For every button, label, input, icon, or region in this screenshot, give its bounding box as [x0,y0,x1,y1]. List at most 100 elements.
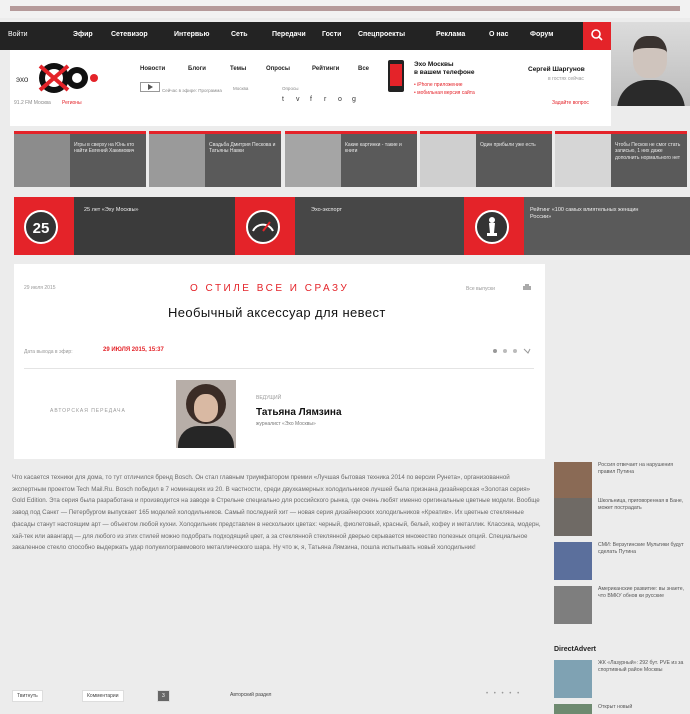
host-photo[interactable] [176,380,236,448]
anniversary-badge: 25 [24,210,58,244]
menu-item-interviews[interactable]: Интервью [174,31,209,38]
top-strip-line [10,6,680,11]
logo-caption: 91.2 FM Москва [14,100,51,106]
host-name[interactable]: Татьяна Лямзина [256,407,342,418]
guest-subtitle: в гостях сейчас [548,76,584,82]
sidebar-thumb [554,704,592,714]
news-card[interactable]: Какие картинки - такие и книги [285,131,417,187]
google-icon[interactable]: g [352,96,356,103]
news-card-text: Чтобы Песков не смог стать записью, 1 ни… [615,142,681,161]
subnav-blogs[interactable]: Блоги [188,66,206,72]
play-icon[interactable] [140,82,160,92]
article-date: 29 июля 2015 [24,285,56,291]
odnoklassniki-icon[interactable]: o [338,96,342,103]
views-icon [493,348,531,354]
article-divider [24,368,534,369]
host-subtitle: журналист «Эхо Москвы» [256,421,316,427]
special-rating[interactable]: Рейтинг «100 самых влиятельных женщин Ро… [464,197,690,255]
subnav-ratings[interactable]: Рейтинги [312,66,339,72]
header-polls-link[interactable]: Опросы [282,86,298,91]
menu-item-advert[interactable]: Реклама [436,31,465,38]
host-face [194,394,218,422]
news-card[interactable]: Игры в сверху на Юнь кто найти Евгений Х… [14,131,146,187]
regions-link[interactable]: Регионы [62,100,82,106]
search-button[interactable] [583,22,611,50]
subnav-themes[interactable]: Темы [230,66,246,72]
host-role: ВЕДУЩИЙ [256,395,282,401]
guest-photo[interactable] [611,22,690,106]
sidebar-thumb [554,498,592,536]
special-export[interactable]: Эхо-экспорт [235,197,464,255]
rss-icon[interactable]: r [324,96,326,103]
sidebar-news-item[interactable]: Россия отвечает на нарушения правил Пути… [554,462,688,500]
special-label: 25 лет «Эху Москвы» [84,207,139,213]
top-strip [0,0,690,18]
sidebar-news-item[interactable]: Американские развитие: вы знаете, что ВМ… [554,586,688,624]
host-body [178,426,234,448]
news-card-thumb [285,134,341,187]
mobile-promo-title[interactable]: Эхо Москвы в вашем телефоне [414,61,474,77]
sidebar-news-item[interactable]: СМИ: Верзугинские Мультики будут сделать… [554,542,688,580]
iphone-app-link[interactable]: • iPhone приложение [414,82,463,88]
special-label: Эхо-экспорт [311,207,343,213]
share-pager[interactable]: • • • • • [486,691,521,697]
phone-icon [388,60,404,92]
news-card-text: Какие картинки - такие и книги [345,142,402,155]
sidebar-item-text: Открыт новый [598,704,633,710]
article-body: Что касается техники для дома, то тут от… [12,474,541,552]
air-date-value: 29 ИЮЛЯ 2015, 15:37 [103,347,164,353]
menu-item-set[interactable]: Сеть [231,31,248,38]
facebook-icon[interactable]: f [310,96,312,103]
comments-button[interactable]: Комментарии [82,690,124,702]
author-section-link[interactable]: Авторский раздел [226,690,275,702]
subnav-all[interactable]: Все [358,66,369,72]
login-link[interactable]: Войти [8,31,28,38]
menu-item-efir[interactable]: Эфир [73,31,93,38]
twitter-share-button[interactable]: Твитнуть [12,690,43,702]
menu-item-setevizor[interactable]: Сетевизор [111,31,148,38]
menu-item-about[interactable]: О нас [489,31,508,38]
menu-item-gosti[interactable]: Гости [322,31,341,38]
sidebar-news-item[interactable]: Школьница, приговоренная в Бане, может п… [554,498,688,536]
news-card[interactable]: Один прибыли уже есть [420,131,552,187]
sidebar-thumb [554,542,592,580]
mobile-site-link[interactable]: • мобильная версия сайта [414,90,475,96]
subnav-polls[interactable]: Опросы [266,66,290,72]
sidebar-item-text: Американские развитие: вы знаете, что ВМ… [598,586,685,599]
menu-item-forum[interactable]: Форум [530,31,553,38]
ask-question-link[interactable]: Задайте вопрос [552,100,589,106]
promo-title-line2: в вашем телефоне [414,69,475,76]
speedometer-icon [246,210,280,244]
share-count[interactable]: 3 [157,690,170,702]
subnav-news[interactable]: Новости [140,66,165,72]
air-date-label: Дата выхода в эфир: [24,349,73,355]
news-card[interactable]: Чтобы Песков не смог стать записью, 1 ни… [555,131,687,187]
sidebar-ad-item[interactable]: Открыт новый [554,704,688,714]
news-card-text: Игры в сверху на Юнь кто найти Евгений Х… [74,142,135,155]
menu-item-specprojects[interactable]: Спецпроекты [358,31,405,38]
menu-item-peredachi[interactable]: Передачи [272,31,306,38]
echo-logo[interactable]: эхо [14,58,104,98]
special-panel [295,197,464,255]
news-card-thumb [149,134,205,187]
ad-section-head: DirectAdvert [554,646,597,653]
special-label: Рейтинг «100 самых влиятельных женщин Ро… [530,207,639,220]
svg-text:эхо: эхо [16,75,29,84]
sidebar-thumb [554,660,592,698]
news-card[interactable]: Свадьба Дмитрия Пескова и Татьяны Навки [149,131,281,187]
all-episodes-link[interactable]: Все выпуски [466,286,495,292]
sidebar-ad-item[interactable]: ЖК «Лазурный»: 292 бут. PVE из за спорти… [554,660,688,698]
twitter-icon[interactable]: t [282,96,284,103]
guest-face [633,36,667,78]
sidebar-thumb [554,462,592,500]
guest-name[interactable]: Сергей Шаргунов [528,66,585,73]
sidebar-item-text: ЖК «Лазурный»: 292 бут. PVE из за спорти… [598,660,684,673]
weather-label: Москва [233,86,249,91]
special-25-years[interactable]: 25 25 лет «Эху Москвы» [14,197,235,255]
news-card-text: Один прибыли уже есть [480,142,536,148]
onair-program[interactable]: Сейчас в эфире: Программа [162,88,222,93]
article-section[interactable]: О СТИЛЕ ВСЕ И СРАЗУ [190,283,349,294]
news-card-thumb [420,134,476,187]
vk-icon[interactable]: v [296,96,300,103]
print-icon[interactable] [522,284,532,292]
